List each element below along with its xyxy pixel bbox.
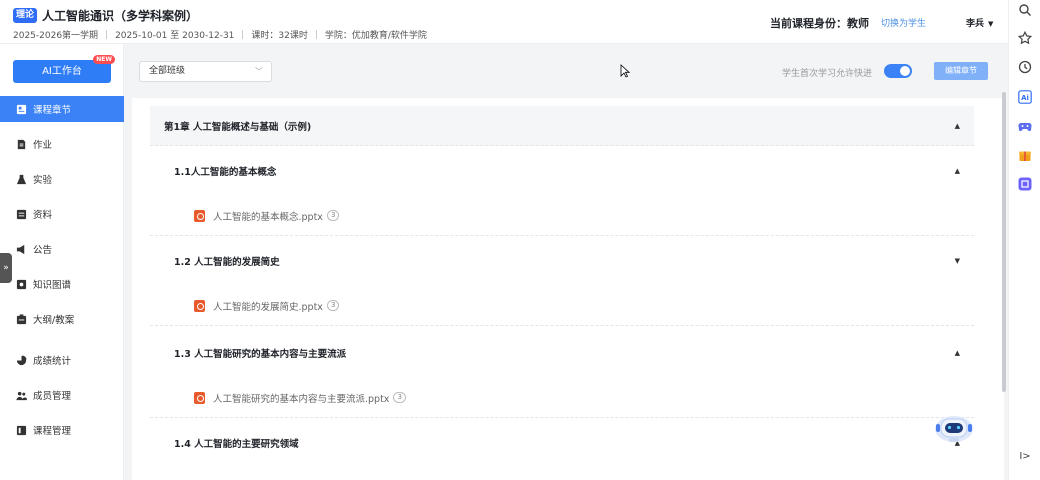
- user-name: 李兵: [966, 19, 985, 29]
- chapter-row[interactable]: 第1章 人工智能概述与基础（示例) ▲: [150, 106, 974, 146]
- section-title: 1.4 人工智能的主要研究领域: [174, 439, 299, 450]
- file-row[interactable]: 人工智能的发展简史.pptx 3: [150, 286, 974, 326]
- ai-icon[interactable]: Ai: [1018, 90, 1032, 104]
- svg-text:Ai: Ai: [1021, 94, 1029, 102]
- view-count-badge: 3: [326, 210, 340, 221]
- graph-icon: [15, 278, 27, 290]
- ppt-file-icon: [194, 391, 205, 404]
- user-menu[interactable]: 李兵 ▼: [966, 16, 993, 29]
- material-icon: [15, 208, 27, 220]
- expand-panel-icon[interactable]: I>: [1018, 451, 1032, 465]
- section-row[interactable]: 1.4 人工智能的主要研究领域 ▲: [150, 424, 974, 462]
- section-row[interactable]: 1.3 人工智能研究的基本内容与主要流派 ▲: [150, 334, 974, 372]
- gift-icon[interactable]: [1018, 148, 1032, 162]
- sidebar-item-label: 大纲/教案: [33, 315, 75, 326]
- course-title: 人工智能通识（多学科案例）: [42, 9, 199, 23]
- ai-assistant-robot-icon[interactable]: [933, 411, 975, 447]
- sidebar-item-announcements[interactable]: 公告: [0, 236, 124, 262]
- caret-up-icon[interactable]: ▲: [955, 349, 960, 357]
- outline-icon: [15, 313, 27, 325]
- allow-fast-forward-toggle[interactable]: [884, 64, 912, 78]
- ppt-file-icon: [194, 299, 205, 312]
- caret-up-icon[interactable]: ▲: [955, 122, 960, 130]
- search-icon[interactable]: [1018, 3, 1032, 17]
- file-row[interactable]: 人工智能的基本概念.pptx 3: [150, 196, 974, 236]
- history-icon[interactable]: [1018, 60, 1032, 74]
- divider: [242, 30, 244, 39]
- sidebar-item-outline[interactable]: 大纲/教案: [0, 306, 124, 332]
- chapter-icon: [15, 103, 27, 115]
- caret-up-icon[interactable]: ▲: [955, 167, 960, 175]
- ppt-file-icon: [194, 209, 205, 222]
- members-icon: [15, 389, 27, 401]
- file-name: 人工智能研究的基本内容与主要流派.pptx: [213, 393, 390, 405]
- divider: [106, 30, 108, 39]
- sidebar-item-label: 公告: [33, 245, 53, 256]
- ai-workbench-button[interactable]: AI工作台 NEW: [13, 55, 115, 83]
- sidebar: AI工作台 NEW 课程章节 作业 实验 资料 公告 知识图谱 大纲/教案 成绩…: [0, 44, 124, 480]
- course-type-badge: 理论: [13, 8, 37, 23]
- chapter-title: 第1章 人工智能概述与基础（示例): [164, 121, 312, 133]
- app-icon[interactable]: [1018, 177, 1032, 191]
- view-count-badge: 3: [393, 392, 406, 403]
- section-title: 1.2 人工智能的发展简史: [174, 257, 280, 268]
- flask-icon: [15, 173, 27, 185]
- megaphone-icon: [15, 243, 27, 255]
- section-row[interactable]: 1.2 人工智能的发展简史 ▼: [150, 242, 974, 280]
- class-select-value: 全部班级: [149, 66, 186, 76]
- ai-workbench-label: AI工作台: [42, 66, 82, 77]
- college-text: 学院：优加教育/软件学院: [324, 31, 427, 41]
- allow-fast-forward-label: 学生首次学习允许快进: [782, 69, 873, 79]
- course-header: 理论 人工智能通识（多学科案例） 2025-2026第一学期 2025-10-0…: [0, 0, 1008, 44]
- term-text: 2025-2026第一学期: [13, 31, 99, 41]
- pie-icon: [15, 354, 27, 366]
- sidebar-item-label: 成绩统计: [33, 356, 72, 367]
- divider: [315, 30, 317, 39]
- course-identity: 当前课程身份：教师: [770, 17, 869, 30]
- class-select[interactable]: 全部班级 ﹀: [139, 61, 272, 82]
- course-meta: 2025-2026第一学期 2025-10-01 至 2030-12-31 课时…: [13, 28, 427, 41]
- sidebar-item-label: 资料: [33, 210, 53, 221]
- hours-text: 课时：32课时: [251, 31, 308, 41]
- homework-icon: [15, 138, 27, 150]
- new-badge: NEW: [93, 55, 115, 64]
- file-name: 人工智能的发展简史.pptx: [213, 301, 323, 313]
- switch-role-link[interactable]: 切换为学生: [881, 16, 926, 29]
- right-toolbar: Ai I>: [1008, 0, 1040, 480]
- date-range: 2025-10-01 至 2030-12-31: [115, 31, 235, 41]
- sidebar-item-label: 课程管理: [33, 426, 72, 437]
- sidebar-item-grades[interactable]: 成绩统计: [0, 347, 124, 373]
- sidebar-item-lab[interactable]: 实验: [0, 166, 124, 192]
- sidebar-item-materials[interactable]: 资料: [0, 201, 124, 227]
- mouse-cursor-icon: [620, 64, 630, 78]
- game-controller-icon[interactable]: [1018, 119, 1032, 133]
- chevron-down-icon: ﹀: [255, 67, 263, 76]
- course-manage-icon: [15, 424, 27, 436]
- file-name: 人工智能的基本概念.pptx: [213, 211, 323, 223]
- sidebar-collapse-handle[interactable]: »: [0, 253, 12, 283]
- caret-down-icon: ▼: [988, 20, 994, 28]
- sidebar-item-course-management[interactable]: 课程管理: [0, 417, 124, 443]
- sidebar-item-homework[interactable]: 作业: [0, 131, 124, 157]
- section-title: 1.3 人工智能研究的基本内容与主要流派: [174, 349, 347, 360]
- sidebar-item-label: 知识图谱: [33, 280, 72, 291]
- scrollbar[interactable]: [1002, 92, 1006, 392]
- sidebar-item-chapters[interactable]: 课程章节: [0, 96, 124, 122]
- view-count-badge: 3: [326, 300, 340, 311]
- toolbar: 全部班级 ﹀ 学生首次学习允许快进 编辑章节: [124, 44, 1008, 96]
- sidebar-item-members[interactable]: 成员管理: [0, 382, 124, 408]
- sidebar-item-label: 课程章节: [33, 105, 72, 116]
- main-content: 全部班级 ﹀ 学生首次学习允许快进 编辑章节 第1章 人工智能概述与基础（示例)…: [124, 44, 1008, 480]
- caret-down-icon[interactable]: ▼: [955, 257, 960, 265]
- chapter-outline: 第1章 人工智能概述与基础（示例) ▲ 1.1人工智能的基本概念 ▲ 人工智能的…: [132, 98, 1004, 480]
- sidebar-item-label: 实验: [33, 175, 53, 186]
- sidebar-item-knowledge-graph[interactable]: 知识图谱: [0, 271, 124, 297]
- sidebar-item-label: 作业: [33, 140, 53, 151]
- file-row[interactable]: 人工智能研究的基本内容与主要流派.pptx 3: [150, 378, 974, 418]
- sidebar-item-label: 成员管理: [33, 391, 72, 402]
- edit-chapters-button[interactable]: 编辑章节: [934, 62, 988, 80]
- section-title: 1.1人工智能的基本概念: [174, 167, 277, 178]
- star-icon[interactable]: [1017, 30, 1033, 45]
- section-row[interactable]: 1.1人工智能的基本概念 ▲: [150, 152, 974, 190]
